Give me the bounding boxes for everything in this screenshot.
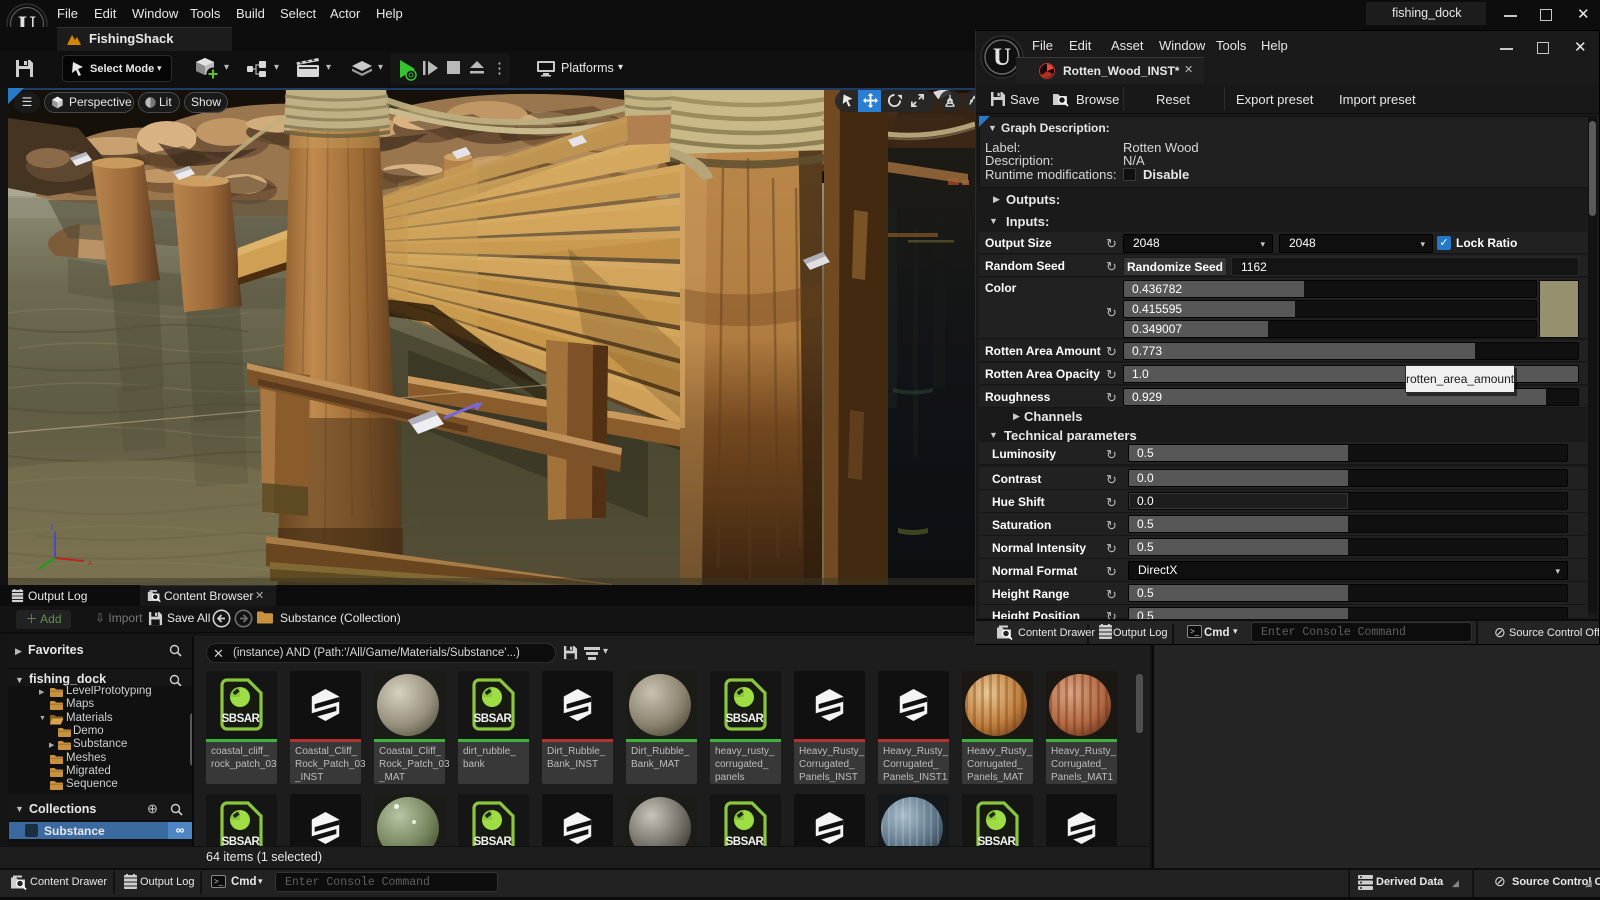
svg-text:U: U bbox=[993, 44, 1011, 71]
svg-text:z: z bbox=[50, 522, 54, 531]
svg-text:x: x bbox=[88, 558, 92, 567]
